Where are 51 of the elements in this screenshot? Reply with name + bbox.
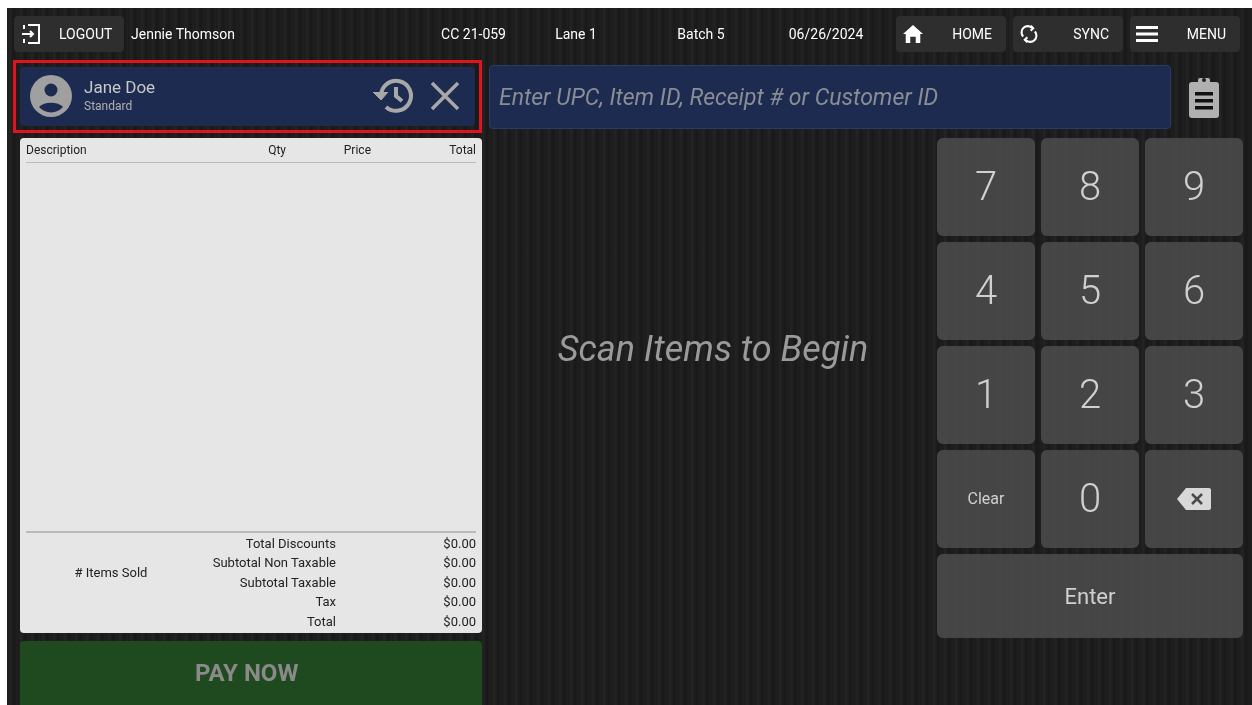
clipboard-icon[interactable] [1189,76,1219,118]
backspace-icon [1177,488,1211,510]
summary-label: Total Discounts [244,534,336,553]
items-sold-label: # Items Sold [74,563,148,582]
summary-label: Tax [314,593,336,612]
date-label: 06/26/2024 [787,24,865,44]
lane-label: Lane 1 [554,24,598,44]
batch-label: Batch 5 [676,24,726,44]
column-header: Price [342,141,371,159]
summary-label: Subtotal Non Taxable [211,554,336,573]
summary-value: $0.00 [442,554,476,573]
menu-icon [1136,25,1158,43]
keypad-key[interactable]: 0 [1041,450,1139,548]
summary-value: $0.00 [442,593,476,612]
customer-name: Jane Doe [84,77,157,98]
logout-icon [21,24,41,44]
keypad-key[interactable]: 6 [1145,242,1243,340]
keypad-key[interactable]: 3 [1145,346,1243,444]
summary-label: Total [305,612,336,631]
keypad-key[interactable]: 8 [1041,138,1139,236]
close-icon [429,80,461,113]
home-icon [902,24,924,44]
keypad-key[interactable]: 5 [1041,242,1139,340]
keypad-key[interactable]: 7 [937,138,1035,236]
store-id: CC 21-059 [440,24,506,44]
summary-value: $0.00 [442,573,476,592]
logout-button[interactable]: LOGOUT [14,16,124,52]
search-field[interactable]: Enter UPC, Item ID, Receipt # or Customer ID [489,65,1171,129]
keypad-key[interactable]: Clear [937,450,1035,548]
home-button[interactable]: HOME [896,16,1006,52]
column-header: Total [448,141,476,159]
summary-value: $0.00 [442,534,476,553]
keypad-key[interactable]: 2 [1041,346,1139,444]
avatar-icon [30,75,72,118]
menu-button[interactable]: MENU [1130,16,1240,52]
backspace-button[interactable] [1145,450,1243,548]
enter-button[interactable]: Enter [937,554,1243,638]
scan-prompt: Scan Items to Begin [557,327,869,372]
customer-type-label: Standard [84,98,134,116]
user-name: Jennie Thomson [131,24,236,44]
sync-icon [1019,23,1039,45]
customer-card[interactable]: Jane Doe Standard [20,67,475,126]
sync-button[interactable]: SYNC [1013,16,1123,52]
keypad-key[interactable]: 4 [937,242,1035,340]
column-header: Qty [267,141,286,159]
summary-value: $0.00 [442,612,476,631]
keypad-key[interactable]: 9 [1145,138,1243,236]
close-button[interactable] [429,80,461,113]
column-header: Description [26,141,88,159]
summary-label: Subtotal Taxable [238,573,336,592]
keypad-key[interactable]: 1 [937,346,1035,444]
